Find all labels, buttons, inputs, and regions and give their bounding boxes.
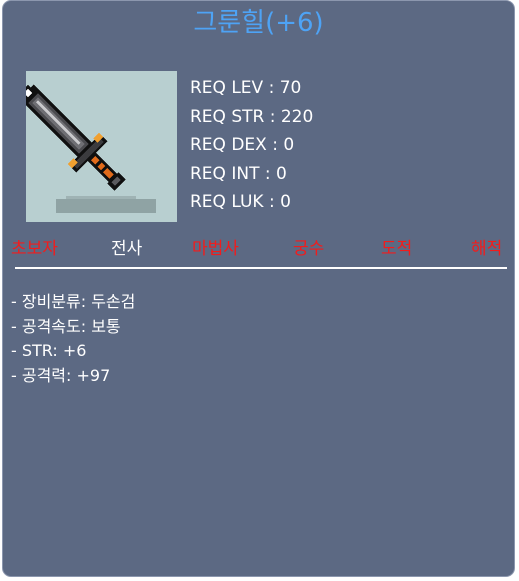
job-magician: 마법사 bbox=[192, 239, 239, 259]
job-thief: 도적 bbox=[381, 239, 413, 259]
req-level: REQ LEV : 70 bbox=[190, 78, 302, 98]
job-bowman: 궁수 bbox=[293, 239, 325, 259]
stat-attack-speed: - 공격속도: 보통 bbox=[11, 316, 121, 336]
job-beginner: 초보자 bbox=[11, 239, 58, 259]
two-handed-sword-icon bbox=[26, 71, 177, 222]
req-str: REQ STR : 220 bbox=[190, 106, 314, 127]
job-pirate: 해적 bbox=[471, 239, 503, 259]
req-dex: REQ DEX : 0 bbox=[190, 135, 295, 155]
item-tooltip: 그룬힐(+6) REQ LEV: 70 REQ STR: 220 REQ D… bbox=[2, 0, 515, 577]
requirements-list: REQ LEV : 70 REQ STR : 220 REQ DEX : 0 R… bbox=[190, 74, 313, 217]
stat-attack: - 공격력: +97 bbox=[11, 365, 111, 385]
req-int: REQ INT : 0 bbox=[190, 163, 287, 184]
req-luk: REQ LUK : 0 bbox=[190, 192, 291, 212]
item-stats: - 장비분류: 두손검 - 공격속도: 보통 - STR: +6 - 공격력: … bbox=[11, 290, 135, 388]
stat-category: - 장비분류: 두손검 bbox=[11, 292, 136, 311]
divider bbox=[15, 267, 507, 269]
job-requirements: 초보자 전사 마법사 궁수 도적 해적 bbox=[11, 237, 509, 261]
item-name: 그룬힐(+6) bbox=[193, 8, 324, 38]
job-warrior: 전사 bbox=[111, 239, 143, 259]
stat-str: - STR: +6 bbox=[11, 341, 87, 360]
